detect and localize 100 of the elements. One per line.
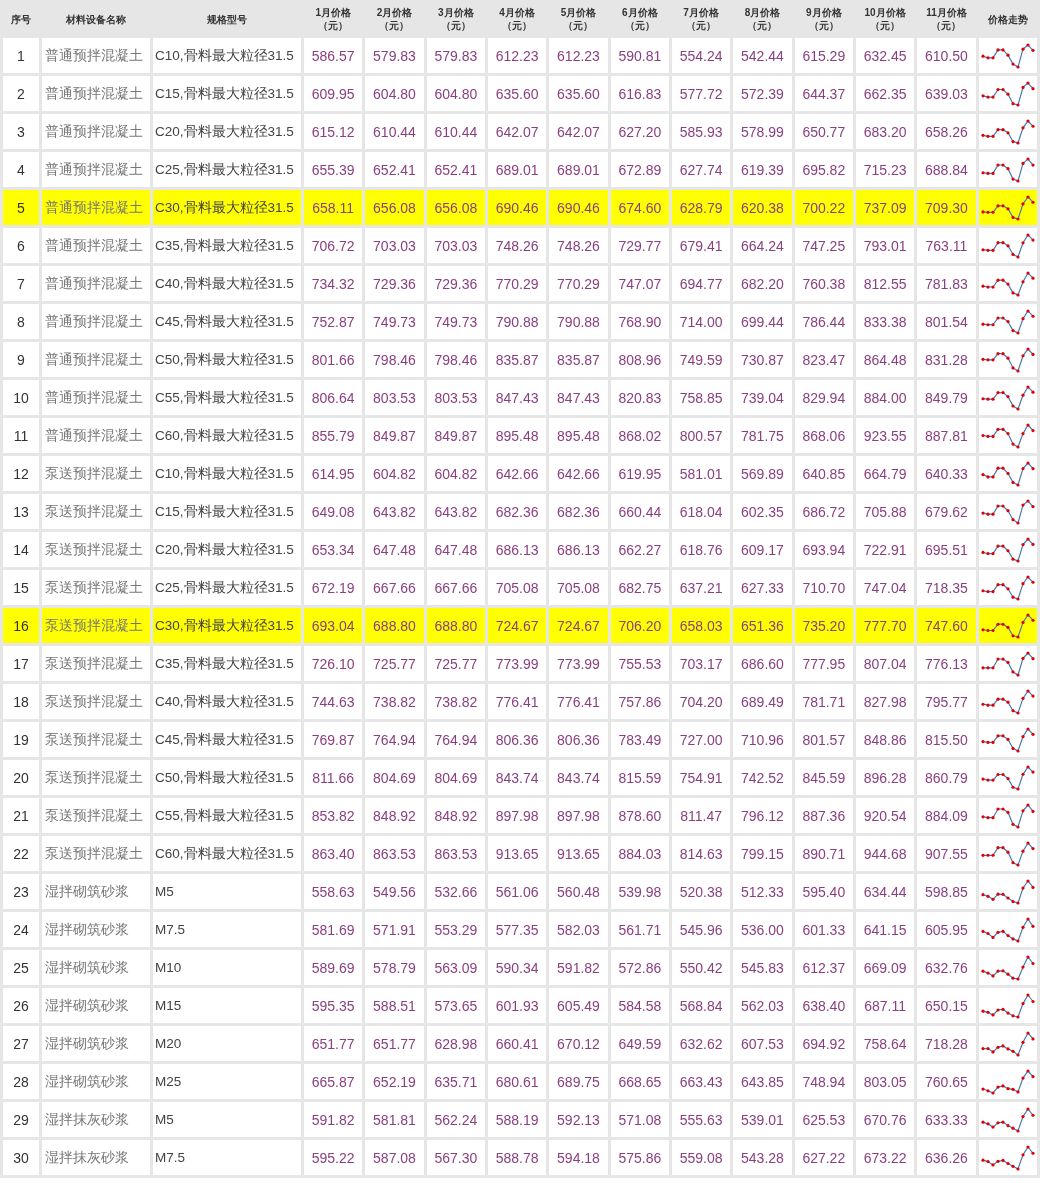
table-cell: 635.71 xyxy=(426,1064,485,1099)
table-cell: 849.87 xyxy=(365,418,424,453)
table-cell: 670.12 xyxy=(549,1026,608,1061)
table-cell: 604.80 xyxy=(365,76,424,111)
table-cell: 18 xyxy=(3,684,39,719)
table-cell: 801.54 xyxy=(917,304,976,339)
table-cell: 693.04 xyxy=(304,608,363,643)
table-cell: 747.25 xyxy=(794,228,853,263)
trend-sparkline xyxy=(979,155,1036,184)
table-cell: 660.44 xyxy=(610,494,669,529)
table-cell: 24 xyxy=(3,912,39,947)
table-cell: 804.69 xyxy=(426,760,485,795)
table-cell: 普通预拌混凝土 xyxy=(42,114,150,149)
table-cell: 562.24 xyxy=(426,1102,485,1137)
table-cell: 614.95 xyxy=(304,456,363,491)
table-cell: 744.63 xyxy=(304,684,363,719)
table-cell: 581.81 xyxy=(365,1102,424,1137)
table-cell: 827.98 xyxy=(855,684,915,719)
table-cell: 17 xyxy=(3,646,39,681)
table-cell: 695.51 xyxy=(917,532,976,567)
table-cell: 泵送预拌混凝土 xyxy=(42,456,150,491)
table-cell: 627.74 xyxy=(671,152,731,187)
table-cell: 729.36 xyxy=(365,266,424,301)
trend-sparkline xyxy=(979,79,1036,108)
table-cell: 539.01 xyxy=(733,1102,792,1137)
table-cell: 734.32 xyxy=(304,266,363,301)
table-cell: 普通预拌混凝土 xyxy=(42,38,150,73)
table-cell: 20 xyxy=(3,760,39,795)
table-cell: 644.37 xyxy=(794,76,853,111)
table-cell: 690.46 xyxy=(488,190,547,225)
table-cell: 920.54 xyxy=(855,798,915,833)
table-cell: 650.15 xyxy=(917,988,976,1023)
table-cell: 594.18 xyxy=(549,1140,608,1175)
table-cell: 16 xyxy=(3,608,39,643)
table-cell: 605.95 xyxy=(917,912,976,947)
table-cell: 640.85 xyxy=(794,456,853,491)
table-cell: 757.86 xyxy=(610,684,669,719)
table-cell: 803.53 xyxy=(426,380,485,415)
table-cell: 652.41 xyxy=(365,152,424,187)
table-cell: 604.80 xyxy=(426,76,485,111)
table-cell: C45,骨料最大粒径31.5 xyxy=(153,722,301,757)
trend-sparkline xyxy=(979,383,1036,412)
table-cell: 639.03 xyxy=(917,76,976,111)
column-header: 6月价格（元） xyxy=(621,6,659,33)
trend-sparkline xyxy=(979,41,1036,70)
table-cell: 682.36 xyxy=(488,494,547,529)
table-cell: 887.36 xyxy=(794,798,853,833)
table-cell: 923.55 xyxy=(855,418,915,453)
table-cell: 699.44 xyxy=(733,304,792,339)
table-cell: 686.72 xyxy=(794,494,853,529)
table-cell: 710.96 xyxy=(733,722,792,757)
table-cell: 758.85 xyxy=(671,380,731,415)
table-cell: 612.23 xyxy=(549,38,608,73)
table-cell: 泵送预拌混凝土 xyxy=(42,722,150,757)
table-cell: 679.62 xyxy=(917,494,976,529)
table-cell: 682.20 xyxy=(733,266,792,301)
table-cell: 729.77 xyxy=(610,228,669,263)
table-cell: 694.92 xyxy=(794,1026,853,1061)
table-cell: 539.98 xyxy=(610,874,669,909)
table-cell: 658.03 xyxy=(671,608,731,643)
table-cell: 672.19 xyxy=(304,570,363,605)
table-cell: 591.82 xyxy=(304,1102,363,1137)
table-cell: 781.83 xyxy=(917,266,976,301)
table-cell: 815.59 xyxy=(610,760,669,795)
table-cell: 532.66 xyxy=(426,874,485,909)
table-cell: C60,骨料最大粒径31.5 xyxy=(153,836,301,871)
table-cell: 688.80 xyxy=(426,608,485,643)
table-cell: 748.26 xyxy=(549,228,608,263)
table-cell: C55,骨料最大粒径31.5 xyxy=(153,798,301,833)
table-cell: C60,骨料最大粒径31.5 xyxy=(153,418,301,453)
trend-sparkline xyxy=(979,801,1036,830)
table-cell: 868.06 xyxy=(794,418,853,453)
column-header: 4月价格（元） xyxy=(498,6,536,33)
table-cell: 579.83 xyxy=(365,38,424,73)
table-cell: 普通预拌混凝土 xyxy=(42,380,150,415)
table-cell: C10,骨料最大粒径31.5 xyxy=(153,38,301,73)
table-cell: 754.91 xyxy=(671,760,731,795)
table-cell: 27 xyxy=(3,1026,39,1061)
table-cell: 770.29 xyxy=(549,266,608,301)
trend-sparkline xyxy=(979,915,1036,944)
trend-sparkline xyxy=(979,991,1036,1020)
table-cell: 845.59 xyxy=(794,760,853,795)
table-cell: 643.82 xyxy=(365,494,424,529)
table-cell: C45,骨料最大粒径31.5 xyxy=(153,304,301,339)
table-cell: 700.22 xyxy=(794,190,853,225)
table-cell: 812.55 xyxy=(855,266,915,301)
table-cell: 592.13 xyxy=(549,1102,608,1137)
table-cell: 543.28 xyxy=(733,1140,792,1175)
table-cell: 739.04 xyxy=(733,380,792,415)
table-cell: 864.48 xyxy=(855,342,915,377)
table-cell: 561.06 xyxy=(488,874,547,909)
table-cell: 695.82 xyxy=(794,152,853,187)
table-cell: 616.83 xyxy=(610,76,669,111)
table-cell: 普通预拌混凝土 xyxy=(42,342,150,377)
table-cell: 781.75 xyxy=(733,418,792,453)
table-cell: 628.79 xyxy=(671,190,731,225)
table-cell: 595.22 xyxy=(304,1140,363,1175)
column-header: 序号 xyxy=(10,12,32,27)
table-cell: 607.53 xyxy=(733,1026,792,1061)
table-cell: 636.26 xyxy=(917,1140,976,1175)
